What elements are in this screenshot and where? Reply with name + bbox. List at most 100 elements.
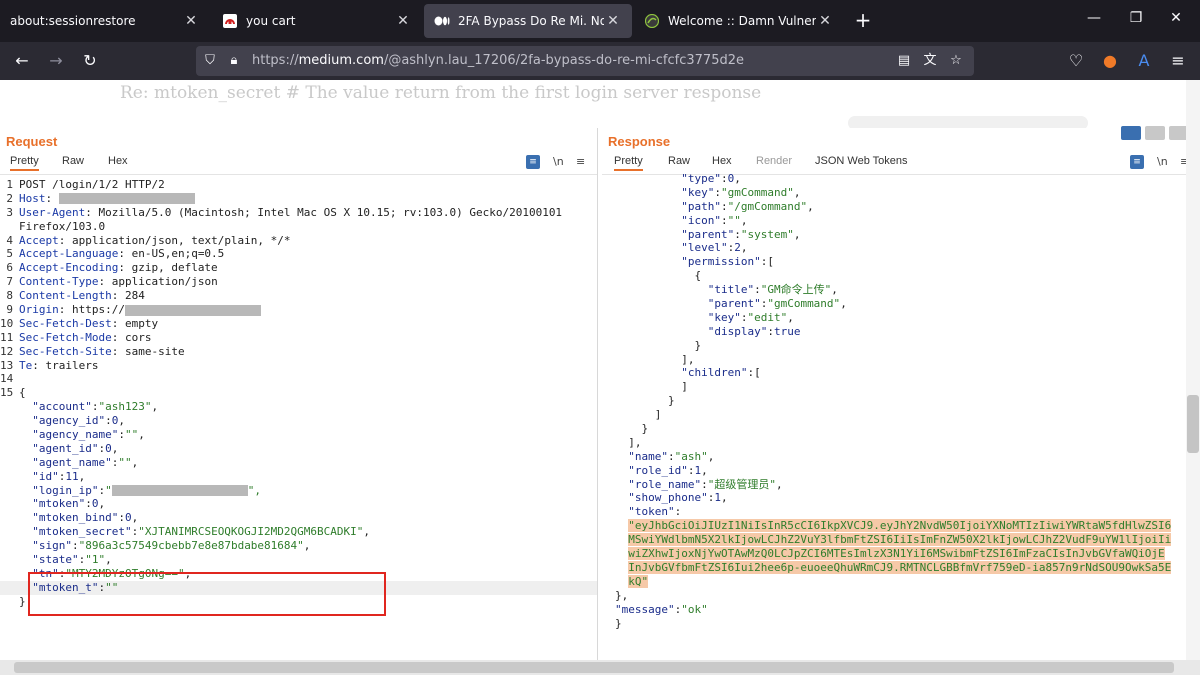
code-line[interactable]: ], (596, 353, 1180, 367)
code-line[interactable]: kQ" (596, 574, 1180, 589)
url-text[interactable]: https://medium.com/@ashlyn.lau_17206/2fa… (252, 53, 744, 68)
code-line[interactable]: "agency_id":0, (0, 414, 597, 428)
url-bar[interactable]: ⛉ 🔒︎ https://medium.com/@ashlyn.lau_1720… (196, 46, 974, 76)
pocket-icon[interactable]: ♡ (1064, 50, 1088, 72)
code-line[interactable]: "children":[ (596, 366, 1180, 380)
code-line[interactable]: 1 POST /login/1/2 HTTP/2 (0, 178, 597, 192)
code-line[interactable]: "token": (596, 505, 1180, 519)
code-line[interactable]: MSwiYWdlbmN5X2lkIjowLCJhZ2VuY3lfbmFtZSI6… (596, 533, 1180, 547)
new-tab-plus-icon[interactable]: + (852, 10, 874, 32)
bookmark-star-icon[interactable]: ☆ (946, 51, 966, 71)
code-line[interactable]: 7 Content-Type: application/json (0, 275, 597, 289)
code-line[interactable]: "sign":"896a3c57549cbebb7e8e87bdabe81684… (0, 539, 597, 553)
code-line[interactable]: "display":true (596, 325, 1180, 339)
code-line[interactable]: "title":"GM命令上传", (596, 283, 1180, 297)
code-line[interactable]: wiZXhwIjoxNjYwOTAwMzQ0LCJpZCI6MTEsImlzX3… (596, 547, 1180, 561)
reload-icon[interactable]: ↻ (78, 50, 102, 72)
code-line[interactable]: 6 Accept-Encoding: gzip, deflate (0, 261, 597, 275)
code-line[interactable]: "permission":[ (596, 255, 1180, 269)
vertical-scrollbar[interactable] (1186, 80, 1200, 660)
restore-icon[interactable]: ❐ (1124, 10, 1148, 32)
code-line[interactable]: Firefox/103.0 (0, 220, 597, 234)
tab-you-cart[interactable]: you cart ✕ (212, 4, 422, 38)
code-line[interactable]: 14 (0, 372, 597, 386)
forward-arrow-icon[interactable]: → (44, 50, 68, 72)
code-line[interactable]: "level":2, (596, 241, 1180, 255)
code-line[interactable]: 10 Sec-Fetch-Dest: empty (0, 317, 597, 331)
extension-fox-icon[interactable]: ● (1098, 50, 1122, 72)
code-line[interactable]: "role_id":1, (596, 464, 1180, 478)
tab-sessionrestore[interactable]: about:sessionrestore ✕ (0, 4, 210, 38)
code-line[interactable]: "login_ip":" ", (0, 484, 597, 498)
response-code-editor[interactable]: "type":0, "key":"gmCommand", "path":"/gm… (596, 172, 1180, 630)
pane-menu-icon[interactable]: ≡ (576, 155, 585, 168)
code-line[interactable]: "account":"ash123", (0, 400, 597, 414)
vertical-scroll-thumb[interactable] (1187, 395, 1199, 453)
code-line[interactable]: } (596, 394, 1180, 408)
code-line[interactable]: "mtoken_secret":"XJTANIMRCSEOQKOGJI2MD2Q… (0, 525, 597, 539)
tab-render[interactable]: Render (756, 155, 792, 167)
tab-dvwa[interactable]: Welcome :: Damn Vulnerable W ✕ (634, 4, 844, 38)
newline-toggle[interactable]: \n (1157, 155, 1168, 168)
tab-hex[interactable]: Hex (108, 155, 128, 167)
code-line[interactable]: "agent_name":"", (0, 456, 597, 470)
code-line[interactable]: ], (596, 436, 1180, 450)
split-vertical-icon[interactable] (1145, 126, 1165, 140)
tab-hex[interactable]: Hex (712, 155, 732, 167)
wrap-lines-icon[interactable]: ≡ (526, 155, 540, 169)
code-line[interactable]: ] (596, 380, 1180, 394)
shield-icon[interactable]: ⛉ (200, 51, 220, 71)
tab-raw[interactable]: Raw (62, 155, 84, 167)
code-line[interactable]: "agency_name":"", (0, 428, 597, 442)
code-line[interactable]: 15 { (0, 386, 597, 400)
code-line[interactable]: "parent":"gmCommand", (596, 297, 1180, 311)
code-line[interactable]: 4 Accept: application/json, text/plain, *… (0, 234, 597, 248)
code-line[interactable]: InJvbGVfbmFtZSI6Iui2hee6p-euoeeQhuWRmCJ9… (596, 560, 1180, 575)
code-line[interactable]: "key":"edit", (596, 311, 1180, 325)
code-line[interactable]: "path":"/gmCommand", (596, 200, 1180, 214)
code-line[interactable]: "key":"gmCommand", (596, 186, 1180, 200)
split-horizontal-icon[interactable] (1121, 126, 1141, 140)
translate-icon[interactable]: 文 (920, 51, 940, 71)
request-code-editor[interactable]: 1 POST /login/1/2 HTTP/2 2 Host: 3 User-Agen… (0, 178, 597, 609)
code-line[interactable]: "mtoken_bind":0, (0, 511, 597, 525)
close-icon[interactable]: ✕ (816, 13, 834, 29)
code-line[interactable]: "role_name":"超级管理员", (596, 478, 1180, 492)
code-line[interactable]: "name":"ash", (596, 450, 1180, 464)
tab-medium-article[interactable]: 2FA Bypass Do Re Mi. Not all 2F ✕ (424, 4, 632, 38)
tab-pretty[interactable]: Pretty (10, 155, 39, 171)
code-line[interactable]: "eyJhbGciOiJIUzI1NiIsInR5cCI6IkpXVCJ9.ey… (596, 519, 1180, 533)
code-line[interactable]: 9 Origin: https:// (0, 303, 597, 317)
close-icon[interactable]: ✕ (182, 13, 200, 29)
code-line[interactable]: 5 Accept-Language: en-US,en;q=0.5 (0, 247, 597, 261)
tab-raw[interactable]: Raw (668, 155, 690, 167)
code-line[interactable]: "mtoken":0, (0, 497, 597, 511)
newline-toggle[interactable]: \n (553, 155, 564, 168)
tab-pretty[interactable]: Pretty (614, 155, 643, 171)
code-line[interactable]: "parent":"system", (596, 228, 1180, 242)
window-close-icon[interactable]: ✕ (1164, 10, 1188, 32)
menu-hamburger-icon[interactable]: ≡ (1166, 50, 1190, 72)
minimize-icon[interactable]: — (1082, 10, 1106, 32)
tab-json-web-tokens[interactable]: JSON Web Tokens (815, 155, 908, 167)
code-line[interactable]: 12 Sec-Fetch-Site: same-site (0, 345, 597, 359)
code-line[interactable]: 3 User-Agent: Mozilla/5.0 (Macintosh; Int… (0, 206, 597, 220)
code-line[interactable]: "icon":"", (596, 214, 1180, 228)
wrap-lines-icon[interactable]: ≡ (1130, 155, 1144, 169)
code-line[interactable]: 11 Sec-Fetch-Mode: cors (0, 331, 597, 345)
code-line[interactable]: "id":11, (0, 470, 597, 484)
code-line[interactable]: 8 Content-Length: 284 (0, 289, 597, 303)
code-line[interactable]: 13 Te: trailers (0, 359, 597, 373)
close-icon[interactable]: ✕ (394, 13, 412, 29)
code-line[interactable]: 2 Host: (0, 192, 597, 206)
code-line[interactable]: } (596, 422, 1180, 436)
code-line[interactable]: "type":0, (596, 172, 1180, 186)
reader-view-icon[interactable]: ▤ (894, 51, 914, 71)
code-line[interactable]: } (596, 617, 1180, 631)
code-line[interactable]: "message":"ok" (596, 603, 1180, 617)
code-line[interactable]: "show_phone":1, (596, 491, 1180, 505)
translate-extension-icon[interactable]: A (1132, 50, 1156, 72)
close-icon[interactable]: ✕ (604, 13, 622, 29)
back-arrow-icon[interactable]: ← (10, 50, 34, 72)
code-line[interactable]: }, (596, 589, 1180, 603)
